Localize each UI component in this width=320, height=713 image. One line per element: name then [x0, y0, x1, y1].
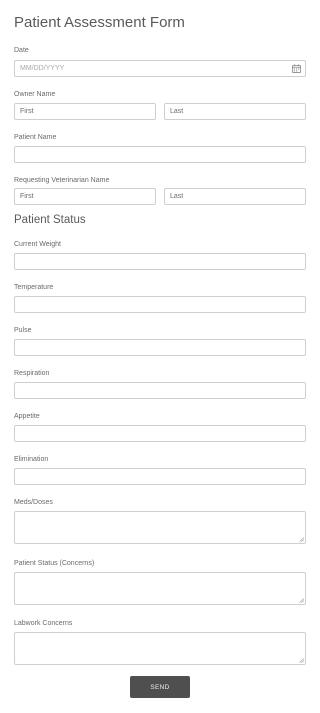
- temperature-input[interactable]: [14, 296, 306, 313]
- vet-first-name-text: First: [20, 193, 34, 200]
- date-placeholder: MM/DD/YYYY: [20, 65, 65, 72]
- elimination-input[interactable]: [14, 468, 306, 485]
- meds-doses-textarea[interactable]: [14, 511, 306, 544]
- owner-first-name-input[interactable]: First: [14, 103, 156, 120]
- requesting-vet-label: Requesting Veterinarian Name: [14, 177, 110, 184]
- owner-last-name-input[interactable]: Last: [164, 103, 306, 120]
- patient-assessment-form: Patient Assessment Form Date MM/DD/YYYY …: [0, 0, 320, 713]
- send-button[interactable]: SEND: [130, 676, 190, 698]
- form-title: Patient Assessment Form: [14, 14, 185, 31]
- meds-doses-label: Meds/Doses: [14, 499, 53, 506]
- appetite-label: Appetite: [14, 413, 40, 420]
- vet-last-name-text: Last: [170, 193, 184, 200]
- appetite-input[interactable]: [14, 425, 306, 442]
- temperature-label: Temperature: [14, 284, 54, 291]
- resize-handle-icon[interactable]: [299, 658, 304, 663]
- current-weight-input[interactable]: [14, 253, 306, 270]
- pulse-input[interactable]: [14, 339, 306, 356]
- calendar-icon[interactable]: [292, 64, 301, 73]
- patient-name-label: Patient Name: [14, 134, 57, 141]
- respiration-input[interactable]: [14, 382, 306, 399]
- owner-first-name-text: First: [20, 108, 34, 115]
- vet-first-name-input[interactable]: First: [14, 188, 156, 205]
- resize-handle-icon[interactable]: [299, 537, 304, 542]
- owner-name-label: Owner Name: [14, 91, 56, 98]
- patient-name-input[interactable]: [14, 146, 306, 163]
- patient-status-heading: Patient Status: [14, 214, 86, 226]
- vet-last-name-input[interactable]: Last: [164, 188, 306, 205]
- owner-last-name-text: Last: [170, 108, 184, 115]
- resize-handle-icon[interactable]: [299, 598, 304, 603]
- respiration-label: Respiration: [14, 370, 50, 377]
- date-label: Date: [14, 47, 29, 54]
- pulse-label: Pulse: [14, 327, 32, 334]
- elimination-label: Elimination: [14, 456, 49, 463]
- current-weight-label: Current Weight: [14, 241, 61, 248]
- labwork-concerns-textarea[interactable]: [14, 632, 306, 665]
- patient-status-concerns-label: Patient Status (Concerns): [14, 560, 95, 567]
- patient-status-concerns-textarea[interactable]: [14, 572, 306, 605]
- labwork-concerns-label: Labwork Concerns: [14, 620, 73, 627]
- date-input[interactable]: MM/DD/YYYY: [14, 60, 306, 77]
